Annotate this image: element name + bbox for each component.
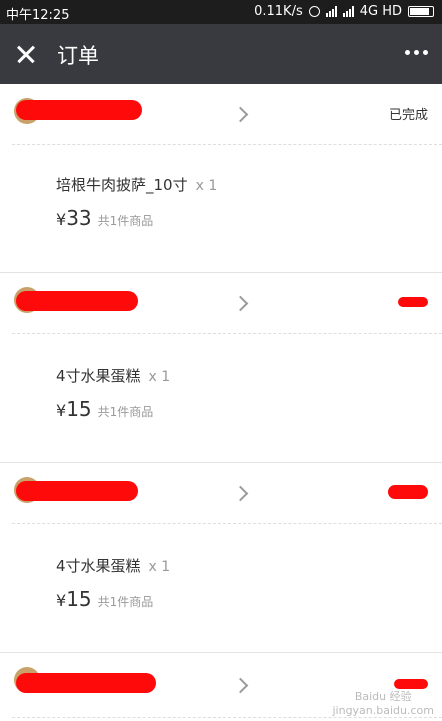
price-row: ¥ 33 共1件商品 xyxy=(56,206,153,230)
watermark-text: Baidu 经验 xyxy=(354,690,412,703)
order-card[interactable]: 4寸水果蛋糕 x 1 ¥ 15 共1件商品 xyxy=(0,273,442,462)
signal-icon-2 xyxy=(342,6,354,17)
divider xyxy=(12,717,442,718)
price-row: ¥ 15 共1件商品 xyxy=(56,587,153,611)
close-button[interactable] xyxy=(12,40,40,68)
chevron-right-icon[interactable] xyxy=(232,485,249,502)
page-title: 订单 xyxy=(57,44,99,68)
network-type: 4G HD xyxy=(359,4,402,19)
signal-icon xyxy=(325,6,337,17)
watermark: Baidu 经验 jingyan.baidu.com xyxy=(332,688,434,717)
item-row: 培根牛肉披萨_10寸 x 1 xyxy=(56,174,217,195)
network-speed: 0.11K/s xyxy=(254,4,303,19)
currency-symbol: ¥ xyxy=(56,401,67,420)
order-price: 15 xyxy=(66,587,92,611)
item-name: 4寸水果蛋糕 xyxy=(56,557,141,575)
item-row: 4寸水果蛋糕 x 1 xyxy=(56,555,170,576)
item-quantity: x 1 xyxy=(148,559,171,575)
redaction-mark xyxy=(16,673,156,693)
item-quantity: x 1 xyxy=(195,178,218,194)
redaction-mark xyxy=(16,291,138,311)
status-bar: 中午12:25 0.11K/s 4G HD xyxy=(0,0,442,24)
item-name: 培根牛肉披萨_10寸 xyxy=(56,176,188,194)
chevron-right-icon[interactable] xyxy=(232,295,249,312)
redaction-mark xyxy=(16,481,138,501)
order-status: 已完成 xyxy=(388,108,428,123)
order-card[interactable]: 已完成 培根牛肉披萨_10寸 x 1 ¥ 33 共1件商品 xyxy=(0,84,442,272)
more-button[interactable] xyxy=(405,50,428,55)
store-name[interactable] xyxy=(14,96,144,126)
item-row: 4寸水果蛋糕 x 1 xyxy=(56,365,170,386)
redaction-mark xyxy=(16,100,142,120)
price-row: ¥ 15 共1件商品 xyxy=(56,397,153,421)
item-quantity: x 1 xyxy=(148,369,171,385)
chevron-right-icon[interactable] xyxy=(232,677,249,694)
order-card[interactable]: 4寸水果蛋糕 x 1 ¥ 15 共1件商品 xyxy=(0,463,442,652)
battery-icon xyxy=(408,6,434,17)
currency-symbol: ¥ xyxy=(56,591,67,610)
order-price: 33 xyxy=(66,206,92,230)
item-count: 共1件商品 xyxy=(97,405,154,419)
item-count: 共1件商品 xyxy=(97,595,154,609)
divider xyxy=(12,144,442,145)
alarm-icon xyxy=(308,6,320,17)
redaction-mark xyxy=(388,485,428,499)
currency-symbol: ¥ xyxy=(56,210,67,229)
title-bar: 订单 xyxy=(0,24,442,84)
divider xyxy=(12,523,442,524)
order-price: 15 xyxy=(66,397,92,421)
store-name[interactable] xyxy=(14,475,144,505)
watermark-url: jingyan.baidu.com xyxy=(332,704,434,717)
redaction-mark xyxy=(398,297,428,307)
divider xyxy=(12,333,442,334)
status-indicators: 0.11K/s 4G HD xyxy=(254,4,434,19)
chevron-right-icon[interactable] xyxy=(232,106,249,123)
item-count: 共1件商品 xyxy=(97,214,154,228)
store-name[interactable] xyxy=(14,285,144,315)
status-time: 中午12:25 xyxy=(6,8,70,23)
item-name: 4寸水果蛋糕 xyxy=(56,367,141,385)
store-name[interactable] xyxy=(14,665,164,695)
